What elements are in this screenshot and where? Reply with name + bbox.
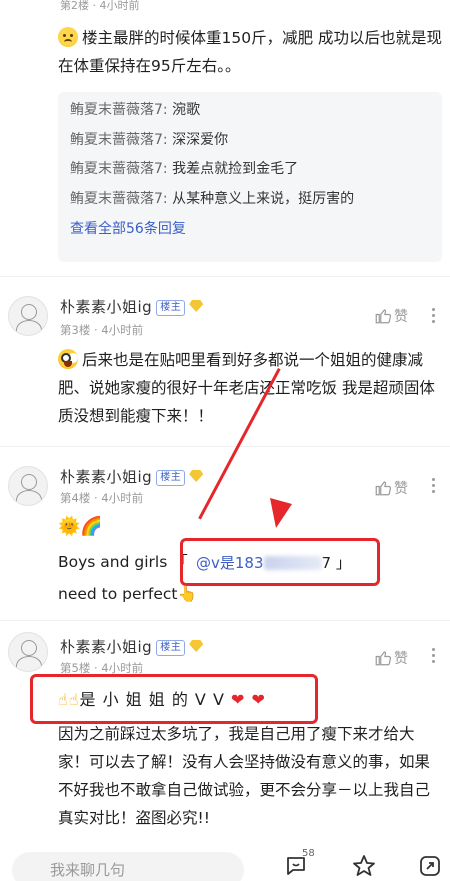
bottom-bar: 我来聊几句 58 [0,838,450,881]
reply-nick[interactable]: 鲔夏末蔷薇落7: [70,132,168,148]
author-name[interactable]: 朴素素小姐ig 楼主 [60,636,204,657]
more-options-icon[interactable] [432,478,436,496]
op-badge: 楼主 [156,640,186,656]
post-meta: 第4楼 · 4小时前 [60,491,144,505]
divider [0,620,450,621]
author-name[interactable]: 朴素素小姐ig 楼主 [60,466,204,487]
post-meta: 第3楼 · 4小时前 [60,323,144,337]
post-text: 因为之前踩过太多坑了，我是自己用了瘦下来才给大家！可以去了解！没有人会坚持做没有… [58,725,431,827]
author-name[interactable]: 朴素素小姐ig 楼主 [60,296,204,317]
annotation-box [180,538,380,586]
avatar[interactable] [8,632,48,672]
view-all-replies-link[interactable]: 查看全部56条回复 [70,214,430,244]
divider [0,446,450,447]
post-meta: 第2楼 · 4小时前 [60,0,140,12]
post-text: 后来也是在贴吧里看到好多都说一个姐姐的健康减肥、说她家瘦的很好十年老店还正常吃饭… [58,349,435,425]
star-icon[interactable] [352,854,376,878]
annotation-box [30,674,318,724]
comment-count: 58 [302,848,315,859]
reply-text: 从某种意义上来说，挺厉害的 [167,190,355,207]
sun-rainbow-icons: 🌞🌈 [58,516,103,537]
post-text-line: need to perfect👆 [58,585,197,603]
op-badge: 楼主 [156,470,186,486]
reply-item[interactable]: 鲔夏末蔷薇落7: 我差点就捡到金毛了 [70,155,430,185]
diamond-icon [189,470,204,482]
pointing-up-icon: 👆 [177,585,197,603]
more-options-icon[interactable] [432,648,436,666]
sad-face-icon [58,27,78,47]
reply-item[interactable]: 鲔夏末蔷薇落7: 涴歌 [70,96,430,126]
comment-input[interactable]: 我来聊几句 [12,852,244,881]
like-button[interactable]: 赞 [374,306,408,326]
share-icon[interactable] [418,854,442,878]
thumbs-up-icon [375,651,392,666]
op-badge: 楼主 [156,300,186,316]
reply-text: 涴歌 [167,102,201,118]
annotation-arrow-head [270,498,292,528]
reply-nick[interactable]: 鲔夏末蔷薇落7: [70,161,168,177]
reply-item[interactable]: 鲔夏末蔷薇落7: 从某种意义上来说，挺厉害的 [70,185,430,215]
avatar[interactable] [8,466,48,506]
post-text: 楼主最胖的时候体重150斤，减肥 成功以后也就是现在体重保持在95斤左右。。 [58,27,443,75]
reply-preview-box[interactable]: 鲔夏末蔷薇落7: 涴歌 鲔夏末蔷薇落7: 深深爱你 鲔夏末蔷薇落7: 我差点就捡… [58,92,442,262]
diamond-icon [189,300,204,312]
like-button[interactable]: 赞 [374,648,408,668]
reply-nick[interactable]: 鲔夏末蔷薇落7: [70,102,168,118]
post-text-line: Boys and girls 「 [58,553,188,571]
avatar[interactable] [8,296,48,336]
divider [0,276,450,277]
thumbs-up-icon [375,309,392,324]
like-button[interactable]: 赞 [374,478,408,498]
reply-text: 深深爱你 [167,131,229,148]
reply-item[interactable]: 鲔夏末蔷薇落7: 深深爱你 [70,126,430,156]
thumbs-up-icon [375,481,392,496]
more-options-icon[interactable] [432,308,436,326]
reply-nick[interactable]: 鲔夏末蔷薇落7: [70,191,168,207]
reply-text: 我差点就捡到金毛了 [167,161,299,177]
surprised-face-icon [58,349,78,369]
diamond-icon [189,640,204,652]
